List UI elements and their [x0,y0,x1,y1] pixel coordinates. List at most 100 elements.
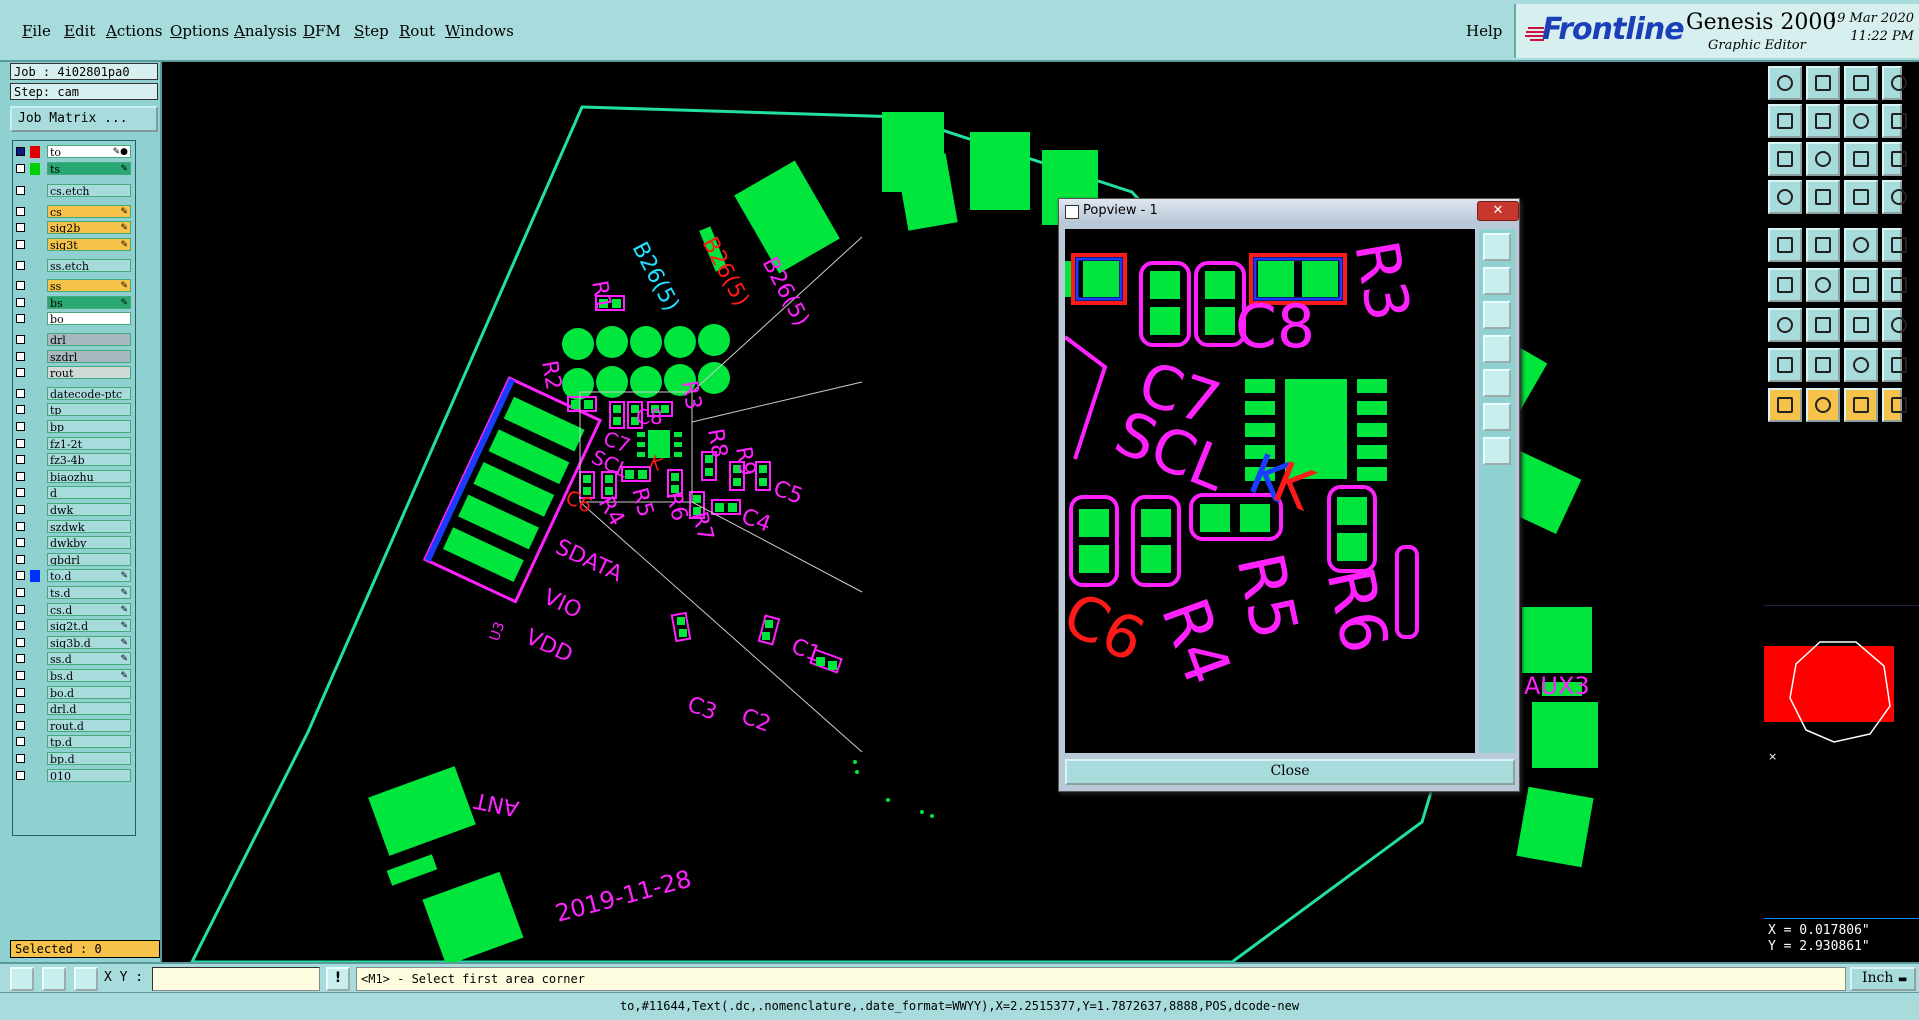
layer-name[interactable]: to ✎● [47,145,131,158]
layer-name[interactable]: bs.d ✎ [47,669,131,682]
menu-analysis[interactable]: Analysis [234,22,297,40]
layer-row-d[interactable]: d [13,486,133,500]
menu-step[interactable]: Step [354,22,389,40]
overview-svg[interactable]: × [1764,606,1919,778]
layer-name[interactable]: ss ✎ [47,279,131,293]
window-tool-button[interactable] [1882,66,1907,100]
layer-row-bp.d[interactable]: bp.d [13,752,133,766]
popview-canvas[interactable]: R3 C8 C7 SCL K K C6 R4 R5 R6 [1065,229,1475,753]
layer-row-ss.etch[interactable]: ss.etch [13,258,133,273]
layer-row-bs[interactable]: bs ✎ [13,295,133,310]
popview-expand-button[interactable] [1483,403,1511,431]
xy-input[interactable] [152,967,320,991]
popview-fit-button[interactable] [1483,233,1511,261]
angle-tool-button[interactable] [1768,308,1802,342]
layer-name[interactable]: ts ✎ [47,161,131,175]
layer-checkbox[interactable] [16,588,25,597]
layer-name[interactable]: ts.d ✎ [47,586,131,599]
layer-row-dwk[interactable]: dwk [13,503,133,517]
layer-checkbox[interactable] [16,637,25,647]
layer-checkbox[interactable] [16,351,25,361]
menu-dfm[interactable]: DFM [303,22,341,40]
layer-row-dwkby[interactable]: dwkby [13,536,133,550]
help-tool-button[interactable] [1882,104,1907,138]
layer-row-tp.d[interactable]: tp.d [13,735,133,749]
layer-row-sig3b.d[interactable]: sig3b.d ✎ [13,635,133,650]
layer-row-ts.d[interactable]: ts.d ✎ [13,586,133,600]
layer-row-bo.d[interactable]: bo.d [13,685,133,700]
layer-row-tp[interactable]: tp [13,403,133,417]
menu-file[interactable]: File [22,22,51,40]
tri3-tool-button[interactable] [1844,388,1878,422]
unit-select[interactable]: Inch ▬ [1850,967,1916,991]
layer-checkbox[interactable] [16,521,25,531]
undo-tool-button[interactable] [1844,104,1878,138]
popview-zoom-out-button[interactable] [1483,301,1511,329]
dash-tool-button[interactable] [1844,228,1878,262]
layer-checkbox[interactable] [16,206,25,216]
layer-row-ss[interactable]: ss ✎ [13,279,133,293]
scale-tool-button[interactable] [1844,348,1878,382]
layer-name[interactable]: drl [47,333,131,346]
layer-checkbox[interactable] [16,770,25,780]
layer-name[interactable]: rout.d [47,718,131,732]
query-tool-button[interactable] [1882,142,1907,176]
line-tool-button[interactable] [1806,228,1840,262]
layer-name[interactable]: bo.d [47,685,131,699]
window-close-button[interactable]: ✕ [1477,201,1519,221]
layer-name[interactable]: tp [47,403,131,417]
dot-tool-button[interactable] [1882,228,1907,262]
measure-button[interactable] [42,967,66,991]
layer-checkbox[interactable] [16,163,25,173]
layer-checkbox[interactable] [16,554,25,564]
layer-name[interactable]: biaozhu [47,469,131,483]
layer-checkbox[interactable] [16,704,25,714]
layer-row-sig3t[interactable]: sig3t ✎ [13,238,133,252]
popview-shrink-button[interactable] [1483,437,1511,465]
layer-name[interactable]: bo [47,312,131,326]
layer-row-fz3-4b[interactable]: fz3-4b [13,453,133,467]
layer-name[interactable]: fz3-4b [47,453,131,467]
layer-name[interactable]: ss.etch [47,258,131,272]
layer-row-fz1-2t[interactable]: fz1-2t [13,436,133,451]
layer-checkbox[interactable] [16,368,25,378]
popview-home-button[interactable] [1483,369,1511,397]
layer-name[interactable]: rout [47,366,131,380]
layer-name[interactable]: dwk [47,503,131,516]
info-button[interactable]: ! [326,967,350,991]
center-tool-button[interactable] [1806,142,1840,176]
layer-row-szdwk[interactable]: szdwk [13,519,133,534]
popview-titlebar[interactable]: Popview - 1 ✕ [1059,199,1519,223]
layer-row-ss.d[interactable]: ss.d ✎ [13,652,133,666]
menu-options[interactable]: Options [170,22,229,40]
layer-name[interactable]: to.d ✎ [47,569,131,583]
tri-tool-button[interactable] [1768,388,1802,422]
layer-row-sig2b[interactable]: sig2b ✎ [13,221,133,235]
tri2-tool-button[interactable] [1806,388,1840,422]
layer-row-drl[interactable]: drl [13,333,133,347]
job-matrix-button[interactable]: Job Matrix ... [10,106,158,132]
layer-checkbox[interactable] [16,186,25,196]
layer-row-bs.d[interactable]: bs.d ✎ [13,669,133,683]
layer-name[interactable]: bp [47,420,131,433]
layer-checkbox[interactable] [16,147,25,156]
zoom-right-tool-button[interactable] [1806,104,1840,138]
layer-checkbox[interactable] [16,488,25,498]
layer-name[interactable]: sig2b ✎ [47,221,131,235]
help-menu[interactable]: Help [1466,22,1502,40]
layer-name[interactable]: szdwk [47,519,131,533]
layer-row-cs.d[interactable]: cs.d ✎ [13,602,133,617]
ratio-tool-button[interactable] [1844,142,1878,176]
home-tool-button[interactable] [1844,66,1878,100]
layer-checkbox[interactable] [16,471,25,481]
menu-actions[interactable]: Actions [106,22,162,40]
zoom-left-tool-button[interactable] [1768,104,1802,138]
move-tool-button[interactable] [1768,348,1802,382]
open-tool-button[interactable] [1768,66,1802,100]
layer-checkbox[interactable] [16,455,25,465]
layer-row-bp[interactable]: bp [13,420,133,434]
layer-checkbox[interactable] [16,687,25,697]
layer-row-rout[interactable]: rout [13,366,133,380]
layer-row-bo[interactable]: bo [13,312,133,326]
layer-name[interactable]: szdrl [47,349,131,363]
